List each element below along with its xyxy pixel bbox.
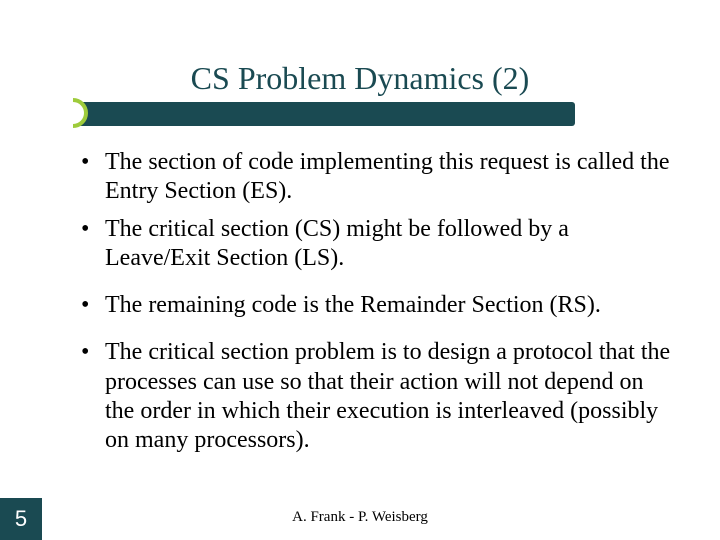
bullet-item: The critical section (CS) might be follo… [75, 215, 675, 274]
footer-authors: A. Frank - P. Weisberg [0, 509, 720, 526]
slide: CS Problem Dynamics (2) The section of c… [0, 0, 720, 540]
bullet-list: The section of code implementing this re… [75, 148, 675, 455]
accent-circle-icon [58, 98, 88, 128]
bullet-item: The critical section problem is to desig… [75, 338, 675, 455]
title-wrap: CS Problem Dynamics (2) [0, 60, 720, 97]
slide-title: CS Problem Dynamics (2) [0, 60, 720, 97]
bullet-item: The section of code implementing this re… [75, 148, 675, 207]
content-area: The section of code implementing this re… [75, 148, 675, 463]
bullet-item: The remaining code is the Remainder Sect… [75, 291, 675, 320]
title-underline-bar [65, 102, 575, 126]
